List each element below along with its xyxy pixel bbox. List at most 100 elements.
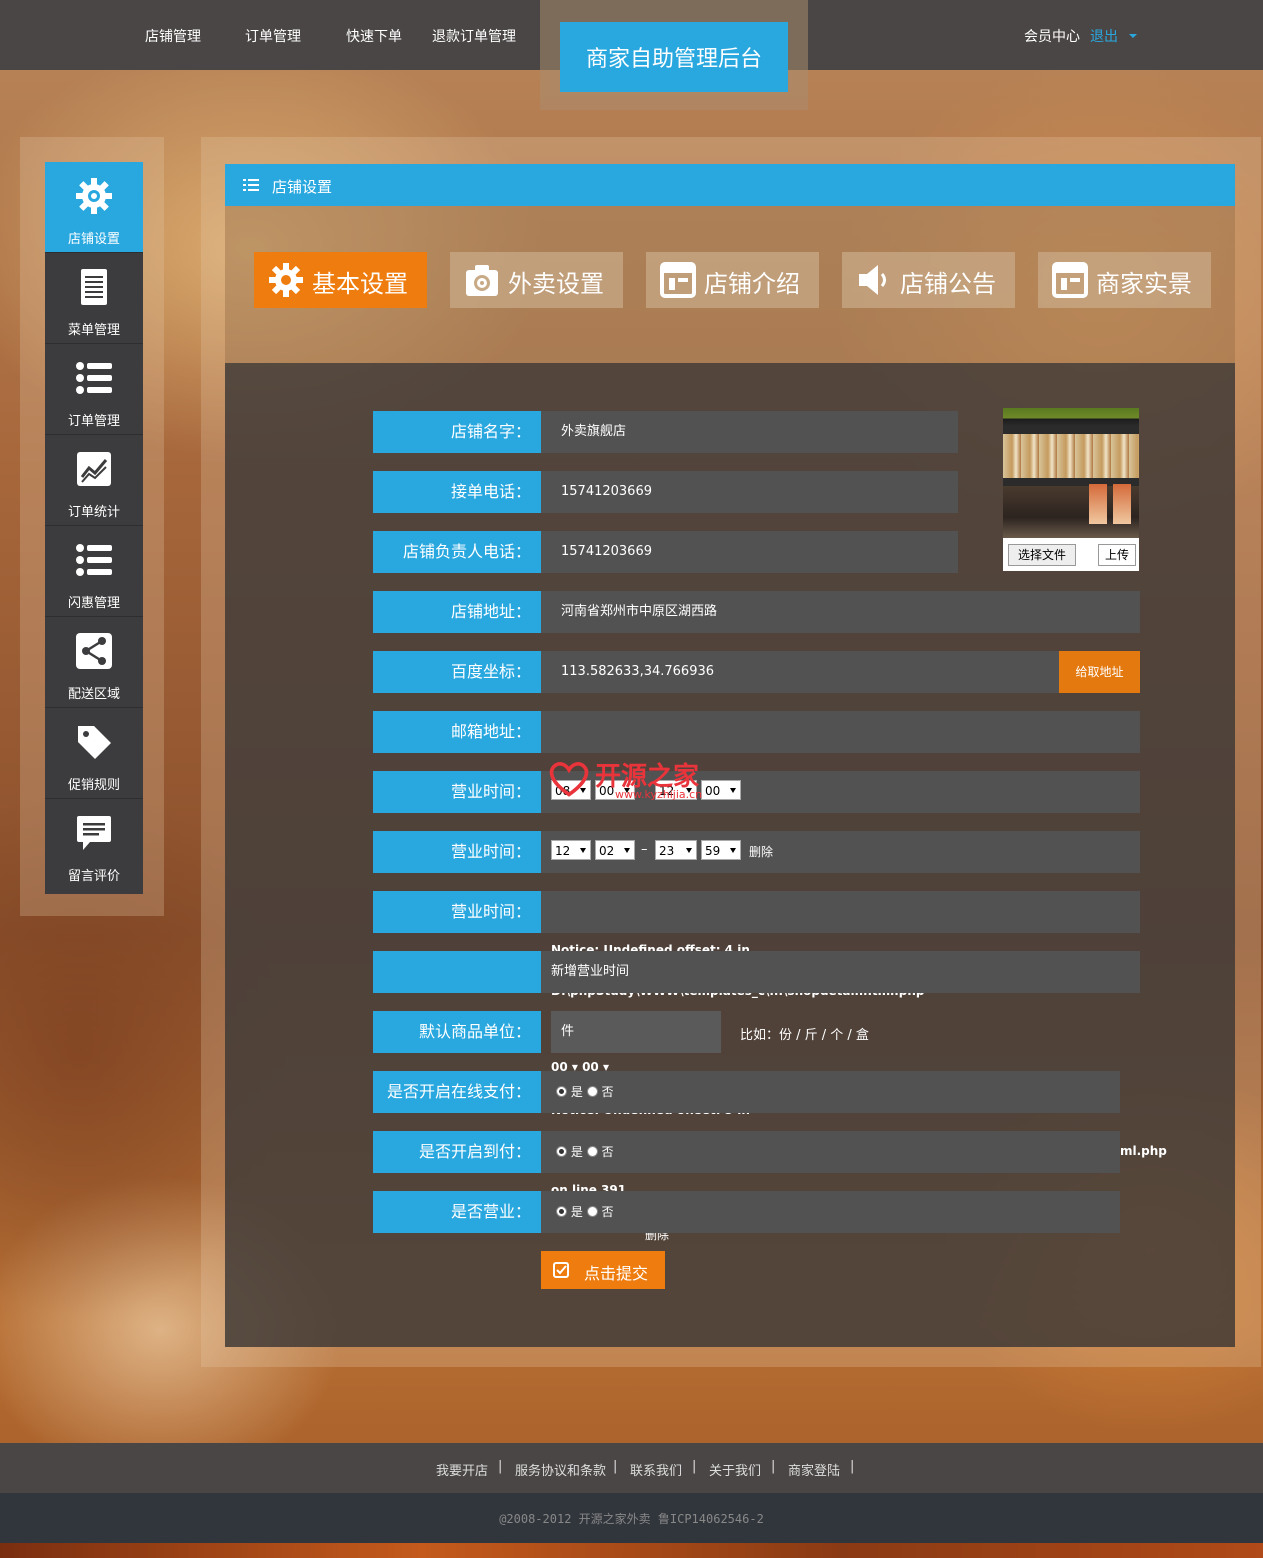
sidebar-item-label: 店铺设置 bbox=[67, 232, 120, 247]
tab-takeout-settings[interactable]: 外卖设置 bbox=[450, 252, 623, 308]
online-pay-row bbox=[541, 1071, 1120, 1113]
email-label: 邮箱地址： bbox=[373, 711, 541, 753]
panel-title: 店铺设置 bbox=[272, 178, 333, 196]
open-label: 是否营业： bbox=[373, 1191, 541, 1233]
gear-icon bbox=[269, 263, 303, 297]
sidebar-item-label: 菜单管理 bbox=[67, 323, 120, 338]
tab-shop-notice[interactable]: 店铺公告 bbox=[842, 252, 1015, 308]
sidebar-item-shop-settings[interactable]: 店铺设置 bbox=[45, 162, 143, 253]
nav-refund-orders[interactable]: 退款订单管理 bbox=[432, 26, 516, 46]
owner-phone-input[interactable]: 15741203669 bbox=[541, 531, 958, 573]
address-label: 店铺地址： bbox=[373, 591, 541, 633]
order-phone-input[interactable]: 15741203669 bbox=[541, 471, 958, 513]
camera-gear-icon bbox=[466, 265, 498, 296]
radio-no-label: 否 bbox=[601, 1145, 614, 1159]
submit-label: 点击提交 bbox=[584, 1264, 649, 1283]
unit-label: 默认商品单位： bbox=[373, 1011, 541, 1053]
tab-label: 店铺公告 bbox=[900, 270, 996, 298]
footer-link-terms[interactable]: 服务协议和条款 bbox=[515, 1460, 606, 1479]
footer-link-merchant-login[interactable]: 商家登陆 bbox=[788, 1460, 840, 1479]
footer-separator: | bbox=[498, 1459, 503, 1474]
checkbox-icon bbox=[553, 1262, 569, 1278]
radio-no[interactable] bbox=[586, 1206, 598, 1217]
radio-yes-label: 是 bbox=[570, 1085, 583, 1099]
tab-label: 基本设置 bbox=[312, 270, 408, 298]
shop-photo-machine bbox=[1113, 484, 1131, 524]
email-input[interactable] bbox=[541, 711, 1140, 753]
address-input[interactable]: 河南省郑州市中原区湖西路 bbox=[541, 591, 1140, 633]
sidebar-item-label: 促销规则 bbox=[67, 778, 120, 793]
nav-shop-management[interactable]: 店铺管理 bbox=[145, 26, 201, 46]
footer-copyright: @2008-2012 开源之家外卖 鲁ICP14062546-2 bbox=[0, 1493, 1263, 1543]
sidebar-item-label: 闪惠管理 bbox=[67, 596, 120, 611]
tab-label: 外卖设置 bbox=[508, 270, 604, 298]
logout-link[interactable]: 退出 bbox=[1090, 26, 1118, 46]
brand-frame: 商家自助管理后台 bbox=[540, 0, 808, 110]
radio-yes[interactable] bbox=[556, 1206, 567, 1217]
hours-label: 营业时间： bbox=[373, 831, 541, 873]
open-radio-group: 是 否 bbox=[556, 1203, 614, 1220]
radio-no[interactable] bbox=[586, 1086, 598, 1097]
shop-photo-machine bbox=[1089, 484, 1107, 524]
tab-basic-settings[interactable]: 基本设置 bbox=[254, 252, 427, 308]
hours-end-hour-select[interactable]: 23 bbox=[655, 840, 697, 860]
radio-yes[interactable] bbox=[556, 1146, 567, 1157]
list-icon bbox=[76, 362, 112, 394]
sidebar-item-reviews[interactable]: 留言评价 bbox=[45, 799, 143, 890]
hours-dash: – bbox=[641, 842, 648, 857]
nav-quick-order[interactable]: 快速下单 bbox=[346, 26, 402, 46]
sidebar-item-flash-deals[interactable]: 闪惠管理 bbox=[45, 526, 143, 617]
panel-header: 店铺设置 bbox=[225, 164, 1235, 206]
tab-shop-intro[interactable]: 店铺介绍 bbox=[646, 252, 819, 308]
sidebar-item-menu[interactable]: 菜单管理 bbox=[45, 253, 143, 344]
submit-button[interactable]: 点击提交 bbox=[541, 1251, 665, 1289]
footer-link-contact[interactable]: 联系我们 bbox=[630, 1460, 682, 1479]
radio-no[interactable] bbox=[586, 1146, 598, 1157]
tag-icon bbox=[78, 726, 111, 759]
cod-radio-group: 是 否 bbox=[556, 1143, 614, 1160]
radio-yes-label: 是 bbox=[570, 1145, 583, 1159]
owner-phone-label: 店铺负责人电话： bbox=[373, 531, 541, 573]
upload-button[interactable]: 上传 bbox=[1098, 544, 1136, 566]
member-center-link[interactable]: 会员中心 bbox=[1024, 26, 1080, 46]
shop-name-label: 店铺名字： bbox=[373, 411, 541, 453]
sidebar-item-promotions[interactable]: 促销规则 bbox=[45, 708, 143, 799]
radio-yes[interactable] bbox=[556, 1086, 567, 1097]
coords-input[interactable]: 113.582633,34.766936 bbox=[541, 651, 1059, 693]
sidebar-item-label: 配送区域 bbox=[67, 687, 120, 702]
choose-file-button[interactable]: 选择文件 bbox=[1008, 544, 1076, 566]
delete-hours-link[interactable]: 删除 bbox=[749, 843, 773, 860]
tab-shop-photos[interactable]: 商家实景 bbox=[1038, 252, 1211, 308]
heart-logo-icon bbox=[549, 762, 589, 797]
hours-row bbox=[541, 891, 1140, 933]
sidebar-item-delivery-area[interactable]: 配送区域 bbox=[45, 617, 143, 708]
unit-hint: 比如：份 / 斤 / 个 / 盒 bbox=[740, 1028, 869, 1043]
chevron-down-icon[interactable] bbox=[1129, 34, 1137, 38]
footer-link-about[interactable]: 关于我们 bbox=[709, 1460, 761, 1479]
brand-title: 商家自助管理后台 bbox=[560, 22, 788, 92]
shop-name-input[interactable]: 外卖旗舰店 bbox=[541, 411, 958, 453]
hours-label: 营业时间： bbox=[373, 891, 541, 933]
footer-separator: | bbox=[771, 1459, 776, 1474]
shop-photo-menuboard bbox=[1003, 434, 1139, 478]
gear-icon bbox=[76, 178, 112, 214]
copyright-text: @2008-2012 开源之家外卖 鲁ICP14062546-2 bbox=[499, 1512, 764, 1526]
get-address-button[interactable]: 给取地址 bbox=[1059, 651, 1140, 693]
unit-input[interactable]: 件 bbox=[551, 1011, 721, 1053]
sidebar-item-statistics[interactable]: 订单统计 bbox=[45, 435, 143, 526]
watermark-url: www.kyzhijia.cn bbox=[615, 788, 703, 801]
hours-start-minute-select[interactable]: 02 bbox=[595, 840, 635, 860]
hours-end-minute-select[interactable]: 59 bbox=[701, 840, 741, 860]
radio-no-label: 否 bbox=[601, 1205, 614, 1219]
nav-order-management[interactable]: 订单管理 bbox=[245, 26, 301, 46]
list-icon bbox=[76, 544, 112, 576]
add-hours-link[interactable]: 新增营业时间 bbox=[541, 951, 1140, 993]
window-icon bbox=[1052, 262, 1088, 298]
add-hours-label-cell bbox=[373, 951, 541, 993]
hours-start-hour-select[interactable]: 12 bbox=[551, 840, 591, 860]
open-row bbox=[541, 1191, 1120, 1233]
order-phone-label: 接单电话： bbox=[373, 471, 541, 513]
footer-link-open-shop[interactable]: 我要开店 bbox=[436, 1460, 488, 1479]
hours-label: 营业时间： bbox=[373, 771, 541, 813]
sidebar-item-orders[interactable]: 订单管理 bbox=[45, 344, 143, 435]
